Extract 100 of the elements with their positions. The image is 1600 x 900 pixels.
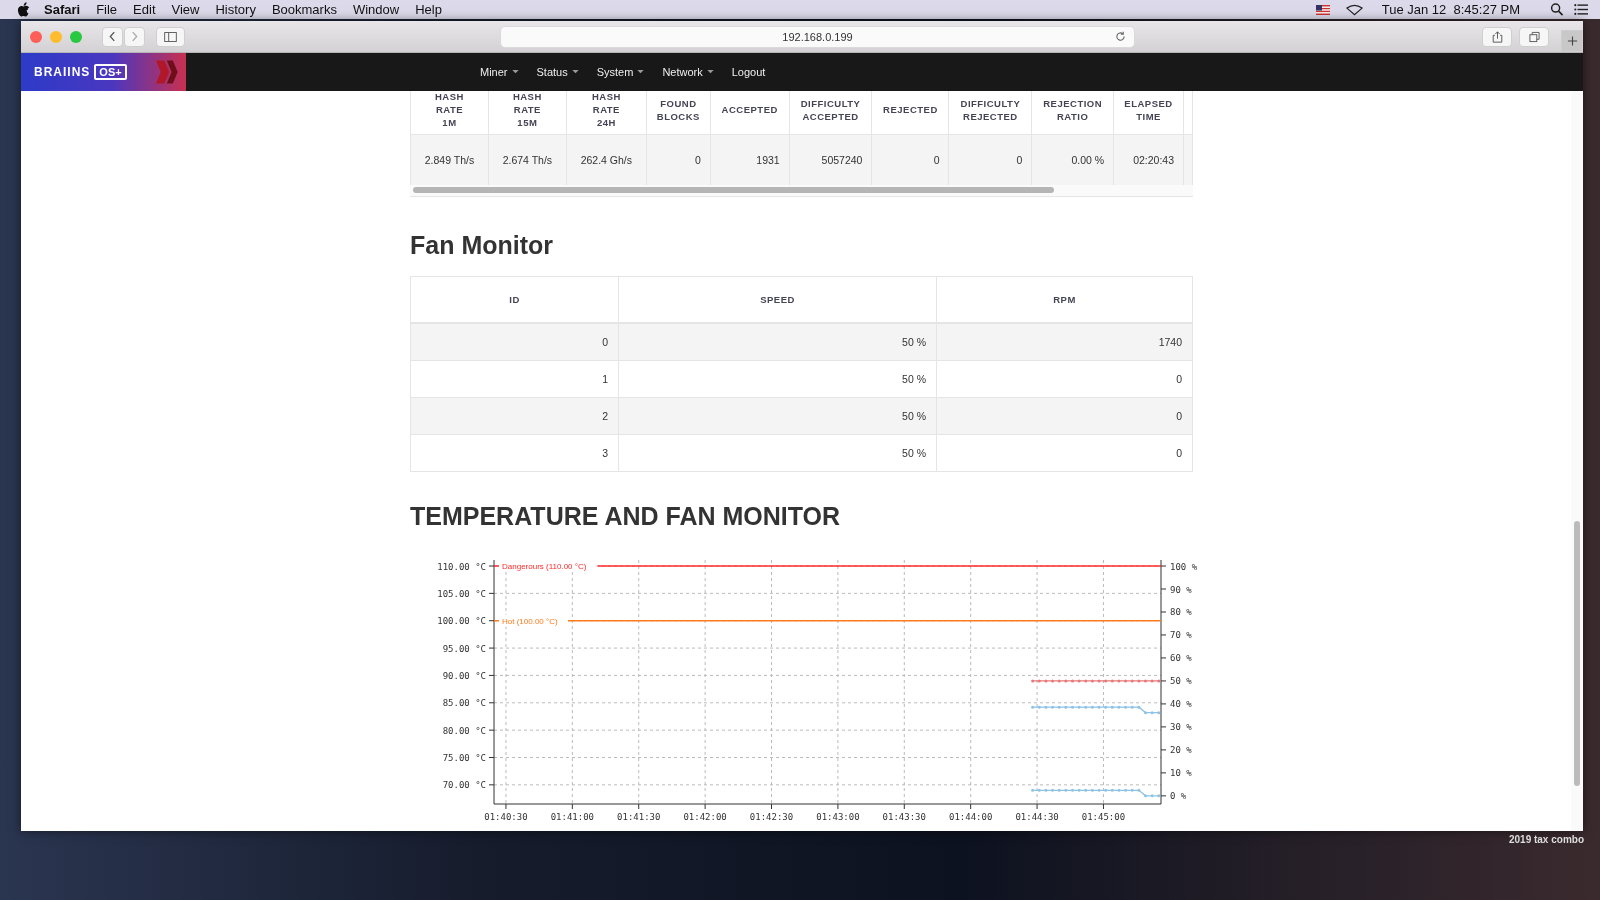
axis-label: 100.00 °C xyxy=(437,616,486,627)
menu-item[interactable]: Window xyxy=(352,2,400,17)
axis-label: 75.00 °C xyxy=(442,753,486,763)
axis-label: 105.00 °C xyxy=(437,588,486,599)
table-cell: 0 xyxy=(1016,154,1023,166)
table-cell: 2 xyxy=(602,410,608,422)
threshold-label: Dangerours (110.00 °C) xyxy=(502,562,587,571)
table-cell: 3 xyxy=(602,447,608,459)
new-tab-button[interactable] xyxy=(1561,29,1583,52)
axis-label: 01:42:00 xyxy=(683,812,727,822)
axis-label: 20 % xyxy=(1170,745,1192,756)
address-field[interactable]: 192.168.0.199 xyxy=(500,25,1135,48)
table-cell: 50 % xyxy=(902,373,926,385)
table-cell: 2.849 Th/s xyxy=(424,154,475,166)
nav-link[interactable]: Miner xyxy=(480,66,508,78)
table-cell: 1931 xyxy=(756,154,780,166)
column-header: SPEED xyxy=(760,294,795,305)
table-cell: 0 xyxy=(933,154,940,166)
menubar-clock[interactable]: Tue Jan 12 8:45:27 PM xyxy=(1381,2,1520,17)
logo-text[interactable]: BRAIINS xyxy=(34,65,91,79)
menu-item[interactable]: Bookmarks xyxy=(271,2,337,17)
threshold-label: Hot (100.00 °C) xyxy=(502,616,558,626)
table-cell: 1740 xyxy=(1158,336,1182,348)
menu-item[interactable]: View xyxy=(171,2,200,17)
table-cell: 2.674 Th/s xyxy=(502,154,553,166)
caret-icon[interactable] xyxy=(637,70,645,74)
axis-label: 70.00 °C xyxy=(442,780,486,791)
axis-label: 01:44:30 xyxy=(1015,812,1059,822)
caret-icon[interactable] xyxy=(571,70,579,74)
axis-label: 60 % xyxy=(1170,653,1192,664)
column-header: FOUND BLOCKS xyxy=(655,96,701,123)
reload-icon[interactable] xyxy=(1115,30,1126,42)
axis-label: 30 % xyxy=(1170,722,1192,733)
axis-label: 0 % xyxy=(1170,791,1187,802)
axis-label: 80 % xyxy=(1170,607,1192,618)
table-cell: 262.4 Gh/s xyxy=(580,154,633,166)
axis-label: 90 % xyxy=(1170,584,1192,595)
plus-icon xyxy=(1566,34,1578,47)
table-cell: 50 % xyxy=(902,447,926,459)
table-cell: 50 % xyxy=(902,336,926,348)
axis-label: 85.00 °C xyxy=(442,698,486,709)
nav-link[interactable]: Network xyxy=(662,66,703,78)
caret-icon[interactable] xyxy=(706,70,714,74)
column-header: DIFFICULTY ACCEPTED xyxy=(799,96,862,123)
desktop-icon-label[interactable]: 2019 tax combo xyxy=(1508,834,1584,845)
share-button[interactable] xyxy=(1482,26,1512,47)
axis-label: 01:42:30 xyxy=(749,812,794,822)
scrollbar-thumb[interactable] xyxy=(1574,521,1580,786)
column-header: HASH RATE 15M xyxy=(511,91,543,129)
axis-label: 01:41:00 xyxy=(550,812,594,822)
sidebar-button[interactable] xyxy=(156,26,185,47)
column-header: REJECTED xyxy=(882,103,939,116)
axis-label: 01:40:30 xyxy=(484,812,528,822)
sidebar-icon xyxy=(164,31,177,42)
forward-icon xyxy=(131,31,138,42)
column-header: ID xyxy=(509,294,520,305)
axis-label: 01:44:00 xyxy=(949,812,993,822)
caret-icon[interactable] xyxy=(511,70,519,74)
table-cell: 0 xyxy=(1176,373,1182,385)
axis-label: 70 % xyxy=(1170,630,1192,641)
back-button[interactable] xyxy=(102,26,123,47)
section-title: TEMPERATURE AND FAN MONITOR xyxy=(410,502,842,531)
section-title: Fan Monitor xyxy=(410,231,555,260)
table-cell: 0 xyxy=(602,336,608,348)
list-icon[interactable] xyxy=(1574,3,1588,16)
table-cell: 0.00 % xyxy=(1071,154,1105,166)
table-cell: 50 % xyxy=(902,410,926,422)
tabs-button[interactable] xyxy=(1519,26,1549,47)
table-cell: 0 xyxy=(1176,447,1182,459)
table-cell: 0 xyxy=(694,154,701,166)
column-header: DIFFICULTY REJECTED xyxy=(959,96,1022,123)
axis-label: 01:43:00 xyxy=(816,812,860,822)
nav-link[interactable]: Status xyxy=(536,66,568,78)
menu-item[interactable]: Help xyxy=(415,2,442,17)
logo-badge[interactable]: OS+ xyxy=(94,64,127,80)
search-icon[interactable] xyxy=(1550,3,1564,16)
menu-item[interactable]: Edit xyxy=(133,2,156,17)
axis-label: 100 % xyxy=(1170,561,1198,572)
column-header: HASH RATE 1M xyxy=(434,91,465,129)
axis-label: 01:41:30 xyxy=(617,812,661,822)
column-header: RPM xyxy=(1053,294,1076,305)
flag-icon[interactable] xyxy=(1315,4,1330,15)
nav-link[interactable]: System xyxy=(596,66,634,78)
table-cell: 5057240 xyxy=(821,154,863,166)
axis-label: 50 % xyxy=(1170,676,1192,687)
wifi-icon[interactable] xyxy=(1345,3,1363,16)
apple-icon[interactable] xyxy=(17,2,30,17)
axis-label: 40 % xyxy=(1170,699,1192,710)
axis-label: 01:43:30 xyxy=(882,812,926,822)
column-header: HASH RATE 24H xyxy=(590,91,622,129)
menu-item[interactable]: History xyxy=(215,2,256,17)
nav-link[interactable]: Logout xyxy=(731,66,766,78)
axis-label: 10 % xyxy=(1170,768,1192,779)
menu-item[interactable]: Safari xyxy=(44,2,81,17)
table-cell: 0 xyxy=(1176,410,1182,422)
axis-label: 110.00 °C xyxy=(437,561,486,572)
scrollbar-thumb[interactable] xyxy=(413,187,1054,193)
table-cell: 1 xyxy=(602,373,608,385)
axis-label: 90.00 °C xyxy=(442,670,486,681)
menu-item[interactable]: File xyxy=(96,2,118,17)
